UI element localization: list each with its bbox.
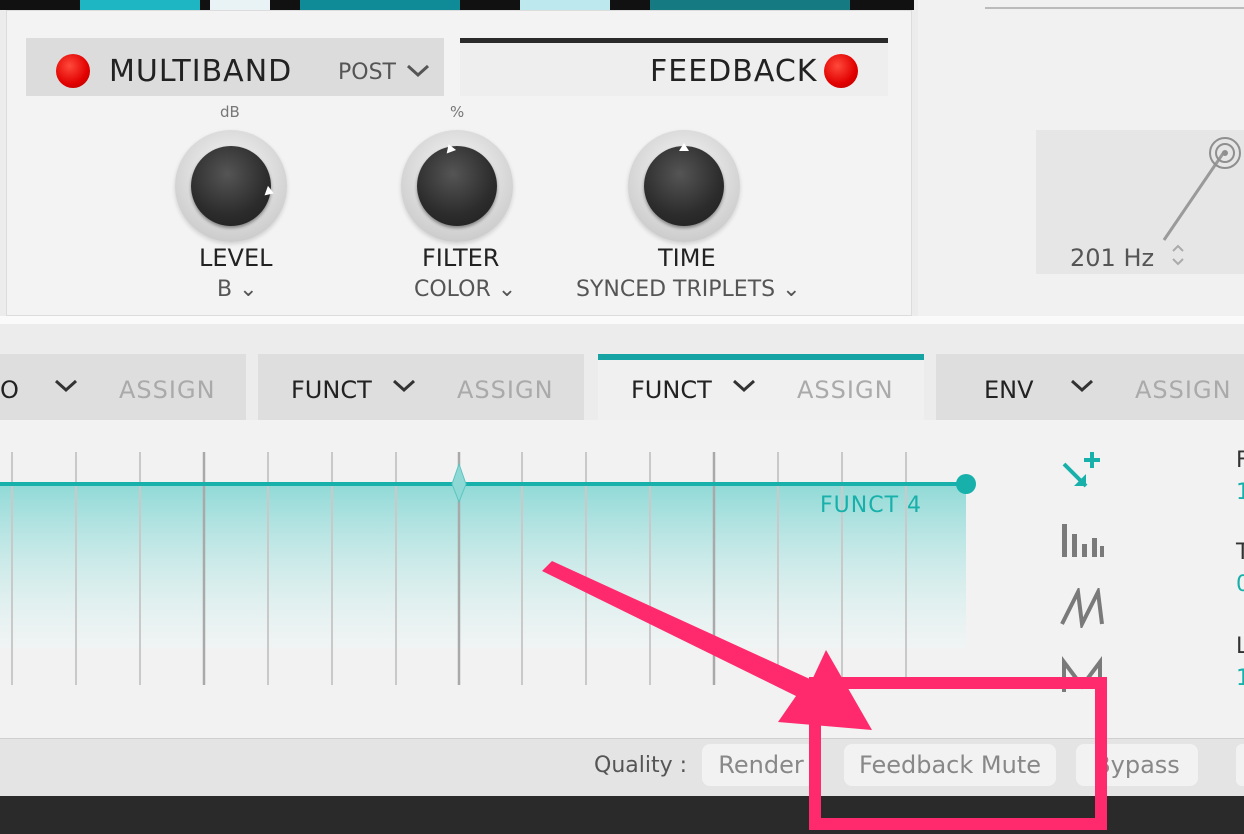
function-name-label: FUNCT 4 [820, 493, 923, 518]
active-tab-indicator [598, 354, 924, 360]
bypass-button[interactable]: Bypass [1076, 744, 1198, 786]
add-point-icon[interactable] [1060, 448, 1106, 498]
divider [985, 7, 1244, 9]
chevron-down-icon[interactable] [1068, 372, 1096, 403]
level-unit: dB [220, 103, 240, 121]
chevron-down-icon[interactable] [404, 58, 432, 88]
filter-type-dropdown[interactable]: COLOR ⌄ [414, 277, 516, 302]
feedback-title: FEEDBACK [650, 54, 818, 89]
function-editor[interactable] [0, 420, 1244, 738]
level-knob[interactable] [175, 130, 287, 242]
assign-button[interactable]: ASSIGN [1135, 376, 1232, 404]
time-mode-dropdown[interactable]: SYNCED TRIPLETS ⌄ [576, 277, 801, 302]
param-label: T [1236, 540, 1244, 565]
window-bottom-bar [0, 796, 1244, 834]
section-divider [0, 316, 1244, 324]
partial-button[interactable] [1236, 744, 1244, 786]
feedback-power-button[interactable] [824, 54, 858, 88]
time-knob[interactable] [628, 130, 740, 242]
level-label: LEVEL [199, 244, 273, 272]
ramp-icon[interactable] [1060, 585, 1106, 632]
param-label: L [1236, 634, 1244, 659]
param-value[interactable]: 0 [1236, 572, 1244, 597]
stepper-icon[interactable] [1170, 242, 1186, 271]
tab-1-name: O [0, 376, 19, 404]
tab-2-name: FUNCT [291, 376, 372, 404]
filter-unit: % [450, 103, 465, 121]
quality-label: Quality : [594, 753, 688, 778]
param-value[interactable]: 1 [1236, 666, 1244, 691]
filter-handle-icon[interactable] [1206, 134, 1244, 176]
frequency-value[interactable]: 201 Hz [1070, 244, 1154, 272]
bars-icon[interactable] [1060, 520, 1106, 564]
assign-button[interactable]: ASSIGN [119, 376, 216, 404]
preset-artwork [0, 0, 914, 10]
time-label: TIME [658, 244, 716, 272]
tab-4-name: ENV [984, 376, 1034, 404]
chevron-down-icon[interactable] [390, 372, 418, 403]
multiband-title: MULTIBAND [109, 54, 293, 89]
routing-dropdown[interactable]: POST [338, 60, 396, 85]
zigzag-icon[interactable] [1060, 656, 1106, 700]
render-button[interactable]: Render [702, 744, 820, 786]
param-label: F [1236, 448, 1244, 473]
chevron-down-icon[interactable] [52, 372, 80, 403]
tab-3-name: FUNCT [631, 376, 712, 404]
filter-knob[interactable] [401, 130, 513, 242]
filter-label: FILTER [422, 244, 500, 272]
assign-button[interactable]: ASSIGN [797, 376, 894, 404]
chevron-down-icon[interactable] [730, 372, 758, 403]
level-source-dropdown[interactable]: B ⌄ [217, 277, 258, 302]
feedback-mute-button[interactable]: Feedback Mute [844, 744, 1056, 786]
multiband-power-button[interactable] [56, 54, 90, 88]
param-value[interactable]: 1 [1236, 480, 1244, 505]
assign-button[interactable]: ASSIGN [457, 376, 554, 404]
